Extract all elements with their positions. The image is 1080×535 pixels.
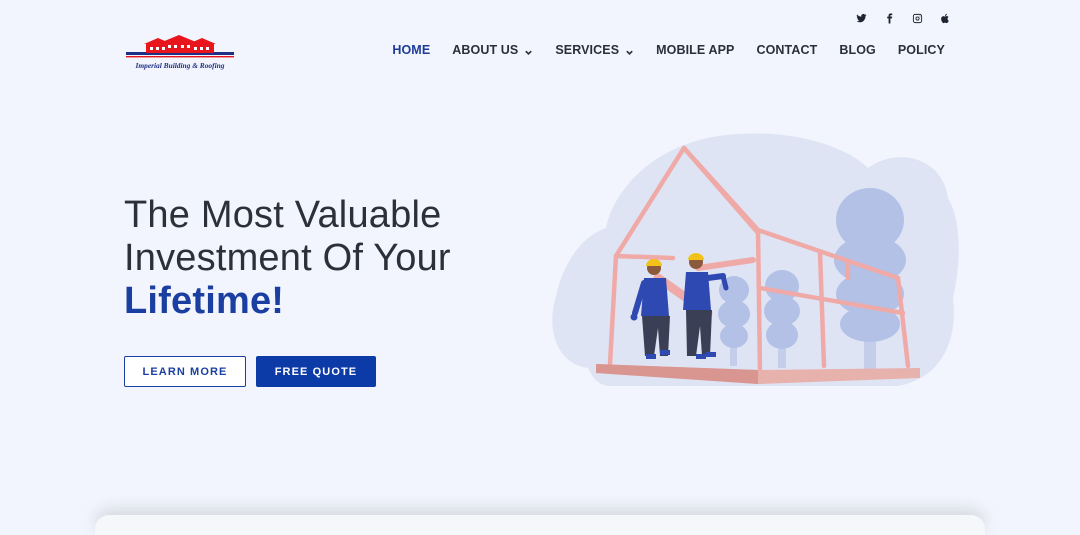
nav-policy[interactable]: POLICY [898,43,945,57]
twitter-icon[interactable] [854,11,868,25]
chevron-down-icon [625,46,634,55]
nav-home[interactable]: HOME [392,43,430,57]
hero-title-accent: Lifetime! [124,280,285,322]
hero-title-line-2: Investment Of Your [124,237,451,279]
nav-services[interactable]: SERVICES [555,43,634,57]
nav-mobile-app[interactable]: MOBILE APP [656,43,734,57]
free-quote-button[interactable]: FREE QUOTE [256,356,376,387]
apple-icon[interactable] [938,11,952,25]
facebook-icon[interactable] [882,11,896,25]
nav-services-label: SERVICES [555,43,620,57]
content-card-edge [95,515,985,535]
house-builders-illustration [552,133,959,386]
hero-title-line-1: The Most Valuable [124,194,442,236]
instagram-icon[interactable] [910,11,924,25]
nav-about-us[interactable]: ABOUT US [452,43,533,57]
logo-text: Imperial Building & Roofing [135,61,225,70]
nav-blog[interactable]: BLOG [839,43,876,57]
learn-more-button[interactable]: LEARN MORE [124,356,246,387]
logo-house-icon [126,35,234,58]
social-links [854,11,952,25]
nav-about-us-label: ABOUT US [452,43,519,57]
brand-logo[interactable]: Imperial Building & Roofing [124,34,236,74]
chevron-down-icon [524,46,533,55]
hero-title: The Most Valuable Investment Of Your Lif… [124,194,451,323]
main-nav: HOME ABOUT US SERVICES MOBILE APP CONTAC… [392,43,945,57]
nav-contact[interactable]: CONTACT [756,43,817,57]
